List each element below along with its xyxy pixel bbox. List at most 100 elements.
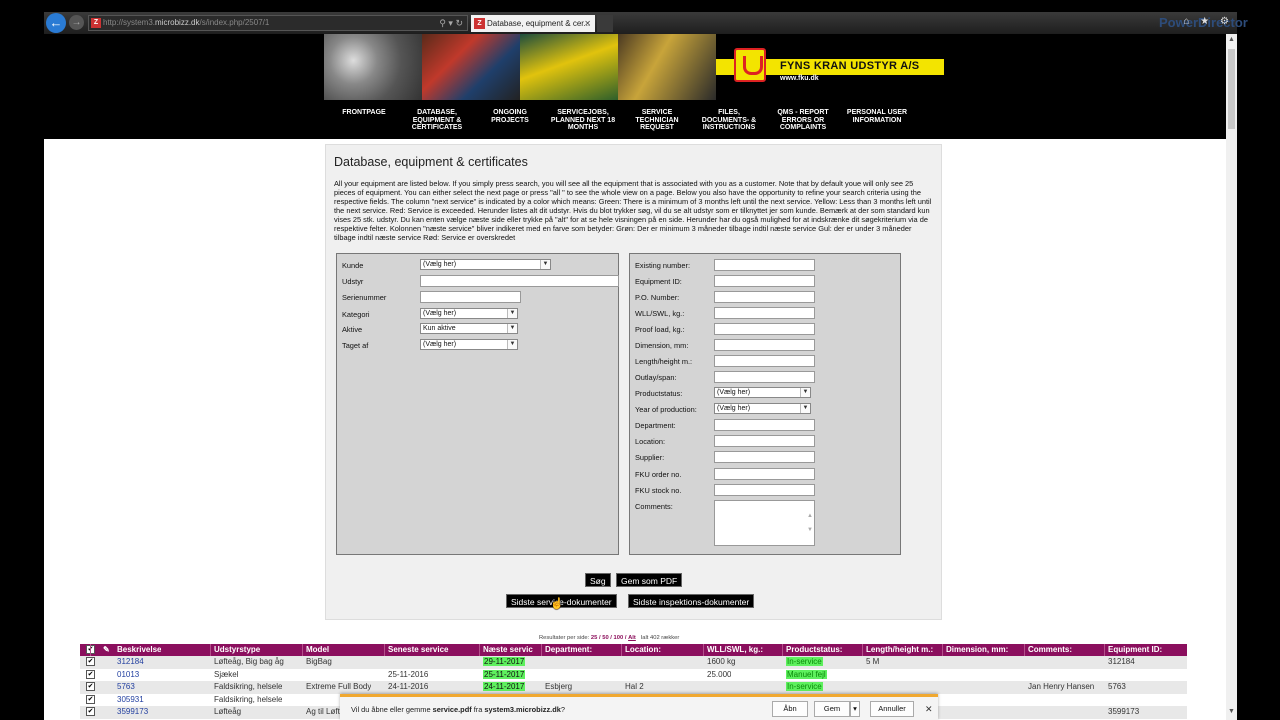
menu-ongoing-projects[interactable]: ONGOING PROJECTS — [486, 109, 534, 124]
pager-total: Ialt 402 rækker — [640, 635, 680, 641]
scroll-down-icon[interactable]: ▼ — [1227, 708, 1236, 718]
column-header[interactable]: WLL/SWL, kg.: — [707, 645, 763, 654]
pager-option-25[interactable]: 25 — [591, 635, 597, 641]
kunde-select[interactable]: (Vælg her) ▼ — [420, 259, 551, 270]
row-checkbox[interactable]: ✔ — [86, 669, 95, 679]
table-cell-model: Ag til Løft — [306, 707, 340, 716]
field-label: FKU stock no. — [635, 486, 682, 495]
table-cell-id[interactable]: 305931 — [117, 695, 144, 704]
address-tools-icon[interactable]: ⚲ ▾ ↻ — [439, 16, 463, 30]
cancel-button[interactable]: Annuller — [870, 701, 914, 717]
page-scrollbar[interactable]: ▲ ▼ — [1226, 34, 1237, 720]
field-label: Department: — [635, 421, 676, 430]
udstyr-input[interactable] — [420, 275, 619, 287]
input-7[interactable] — [714, 371, 815, 383]
column-header[interactable]: Productstatus: — [786, 645, 842, 654]
menu-frontpage[interactable]: FRONTPAGE — [340, 109, 388, 117]
column-header[interactable]: Department: — [545, 645, 592, 654]
column-header[interactable]: Dimension, mm: — [946, 645, 1008, 654]
table-cell-id[interactable]: 5763 — [117, 682, 135, 691]
browser-icons[interactable]: ⌂ ★ ⚙ — [1183, 16, 1233, 27]
tab-database[interactable]: Z Database, equipment & cer... ✕ — [471, 15, 595, 32]
input-10[interactable] — [714, 419, 815, 431]
aktive-select[interactable]: Kun aktive ▼ — [420, 323, 518, 334]
menu-personal-info[interactable]: PERSONAL USER INFORMATION — [844, 109, 910, 124]
input-2[interactable] — [714, 291, 815, 303]
table-cell-id[interactable]: 312184 — [117, 657, 144, 666]
table-cell-status: In-service — [786, 682, 823, 691]
latest-inspection-docs-button[interactable]: Sidste inspektions-dokumenter — [628, 594, 755, 608]
column-separator — [384, 644, 385, 656]
input-14[interactable] — [714, 484, 815, 496]
field-label: Kunde — [342, 261, 364, 270]
pager-option-all[interactable]: Alt — [628, 635, 636, 641]
menu-files[interactable]: FILES, DOCUMENTS- & INSTRUCTIONS — [700, 109, 758, 132]
banner-photo-building — [422, 34, 520, 100]
column-header[interactable]: Comments: — [1028, 645, 1072, 654]
scroll-up-icon[interactable]: ▲ — [1227, 36, 1236, 46]
field-serienummer: Serienummer — [337, 291, 618, 305]
filter-box-left: Kunde (Vælg her) ▼ Udstyr Serienummer Kat… — [336, 253, 619, 555]
menu-servicejobs[interactable]: SERVICEJOBS, PLANNED NEXT 18 MONTHS — [549, 109, 617, 132]
scrollbar-thumb[interactable] — [1228, 49, 1235, 129]
row-checkbox[interactable]: ✔ — [86, 682, 95, 691]
column-header[interactable]: Equipment ID: — [1108, 645, 1162, 654]
input-13[interactable] — [714, 468, 815, 480]
menu-qms[interactable]: QMS - REPORT ERRORS OR COMPLAINTS — [774, 109, 832, 132]
table-cell-id[interactable]: 3599173 — [117, 707, 148, 716]
column-header[interactable]: Length/height m.: — [866, 645, 933, 654]
input-12[interactable] — [714, 451, 815, 463]
back-arrow-icon[interactable]: ← — [46, 13, 66, 33]
forward-arrow-icon[interactable]: → — [69, 15, 84, 30]
input-4[interactable] — [714, 323, 815, 335]
taget-af-select[interactable]: (Vælg her) ▼ — [420, 339, 518, 350]
input-1[interactable] — [714, 275, 815, 287]
column-separator — [782, 644, 783, 656]
address-bar[interactable]: Z http://system3.microbizz.dk/s/index.ph… — [88, 15, 468, 31]
row-checkbox[interactable]: ✔ — [86, 694, 95, 704]
search-button[interactable]: Søg — [585, 573, 611, 587]
new-tab-button[interactable] — [597, 15, 613, 32]
input-0[interactable] — [714, 259, 815, 271]
input-5[interactable] — [714, 339, 815, 351]
column-header[interactable]: Seneste service — [388, 645, 449, 654]
column-header[interactable]: Model — [306, 645, 329, 654]
select-8[interactable]: (Vælg her) ▼ — [714, 387, 811, 398]
kategori-select[interactable]: (Vælg her) ▼ — [420, 308, 518, 319]
field-label: Kategori — [342, 310, 370, 319]
table-row[interactable]: ✔ 5763 Faldsikring, helsele Extreme Full Bo… — [80, 681, 1187, 694]
input-3[interactable] — [714, 307, 815, 319]
close-icon[interactable]: ✕ — [925, 704, 933, 715]
tab-title: Database, equipment & cer... — [487, 19, 591, 28]
table-row[interactable]: ✔ 01013 Sjækel 25-11-2016 25-11-2017 25.000 Ma… — [80, 668, 1187, 681]
input-6[interactable] — [714, 355, 815, 367]
serienummer-input[interactable] — [420, 291, 521, 303]
table-cell-comments: Jan Henry Hansen — [1028, 682, 1095, 691]
field-label: WLL/SWL, kg.: — [635, 309, 685, 318]
comments-textarea[interactable]: ▲ ▼ — [714, 500, 815, 546]
row-checkbox[interactable]: ✔ — [86, 707, 95, 716]
open-button[interactable]: Åbn — [772, 701, 808, 717]
column-header[interactable]: Beskrivelse — [117, 645, 161, 654]
table-cell-id[interactable]: 01013 — [117, 670, 139, 679]
row-checkbox[interactable]: ✔ — [86, 657, 95, 666]
column-header[interactable]: Udstyrstype — [214, 645, 260, 654]
pager-option-100[interactable]: 100 — [614, 635, 624, 641]
pager-option-50[interactable]: 50 — [602, 635, 608, 641]
menu-database[interactable]: DATABASE, EQUIPMENT & CERTIFICATES — [410, 109, 464, 132]
download-notification-bar: Vil du åbne eller gemme service.pdf fra … — [340, 694, 938, 720]
select-9[interactable]: (Vælg her) ▼ — [714, 403, 811, 414]
field-existing-number: Existing number: — [630, 259, 900, 273]
field-label: Aktive — [342, 325, 363, 334]
tab-close-icon[interactable]: ✕ — [584, 15, 591, 32]
column-header[interactable]: Location: — [625, 645, 661, 654]
save-pdf-button[interactable]: Gem som PDF — [616, 573, 683, 587]
select-value: (Vælg her) — [423, 261, 457, 268]
input-11[interactable] — [714, 435, 815, 447]
favicon-z-icon: Z — [91, 18, 101, 28]
save-button[interactable]: Gem — [814, 701, 850, 717]
table-row[interactable]: ✔ 312184 Løfteåg, Big bag åg BigBag 29-11-20… — [80, 656, 1187, 669]
column-header[interactable]: Næste servic — [483, 645, 533, 654]
menu-service-technician[interactable]: SERVICE TECHNICIAN REQUEST — [632, 109, 682, 132]
save-dropdown-icon[interactable]: ▾ — [850, 701, 860, 717]
